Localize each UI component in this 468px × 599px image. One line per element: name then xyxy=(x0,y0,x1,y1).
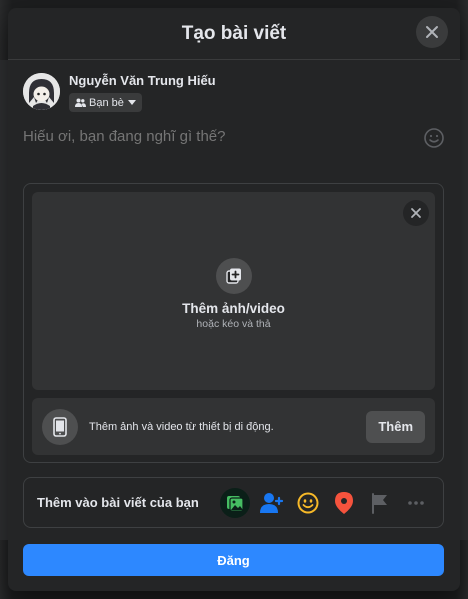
feeling-activity-button[interactable] xyxy=(294,489,322,517)
add-media-subtitle: hoặc kéo và thả xyxy=(196,318,271,330)
check-in-icon xyxy=(335,491,353,514)
flag-icon xyxy=(372,492,387,514)
post-button[interactable]: Đăng xyxy=(23,544,444,576)
more-options-button[interactable] xyxy=(402,489,430,517)
smiley-outline-icon xyxy=(424,128,444,148)
check-in-button[interactable] xyxy=(330,489,358,517)
audience-label: Bạn bè xyxy=(89,96,124,109)
add-media-icon xyxy=(215,258,252,294)
author-name[interactable]: Nguyễn Văn Trung Hiếu xyxy=(69,73,216,88)
post-text-input[interactable] xyxy=(23,128,403,145)
photo-video-icon xyxy=(227,495,244,512)
mobile-upload-text: Thêm ảnh và video từ thiết bị di động. xyxy=(89,420,274,433)
tag-people-icon xyxy=(260,492,284,513)
dialog-title: Tạo bài viết xyxy=(181,22,287,44)
remove-media-panel-button[interactable] xyxy=(403,200,429,226)
media-upload-panel: Thêm ảnh/video hoặc kéo và thả Thêm ảnh … xyxy=(23,183,444,463)
close-icon xyxy=(411,208,421,218)
mobile-add-button[interactable]: Thêm xyxy=(366,410,425,443)
tag-people-button[interactable] xyxy=(258,489,286,517)
caret-down-icon xyxy=(127,100,136,105)
dialog-header: Tạo bài viết xyxy=(8,8,460,60)
life-event-button[interactable] xyxy=(366,489,394,517)
author-row: Nguyễn Văn Trung Hiếu Bạn bè xyxy=(23,72,216,112)
mobile-phone-icon xyxy=(42,408,78,445)
close-icon xyxy=(426,26,438,38)
feeling-icon xyxy=(297,492,319,513)
add-media-title: Thêm ảnh/video xyxy=(182,301,285,316)
more-icon xyxy=(408,500,424,505)
add-to-post-label: Thêm vào bài viết của bạn xyxy=(37,495,199,510)
avatar[interactable] xyxy=(23,73,60,110)
friends-icon xyxy=(75,98,86,107)
background-feed-right xyxy=(460,60,468,540)
close-button[interactable] xyxy=(416,16,448,48)
create-post-dialog: Tạo bài viết Nguyễn Văn Trung Hiếu Bạn b… xyxy=(8,8,460,591)
photo-video-dropzone[interactable]: Thêm ảnh/video hoặc kéo và thả xyxy=(32,192,435,390)
mobile-upload-row: Thêm ảnh và video từ thiết bị di động. T… xyxy=(32,398,435,455)
photo-video-button[interactable] xyxy=(220,487,250,518)
audience-selector[interactable]: Bạn bè xyxy=(69,93,142,112)
background-feed-left xyxy=(0,60,8,540)
emoji-picker-button[interactable] xyxy=(423,127,445,149)
add-to-post-bar: Thêm vào bài viết của bạn xyxy=(23,477,444,528)
